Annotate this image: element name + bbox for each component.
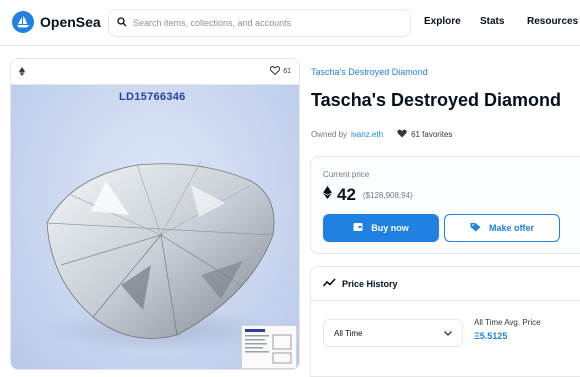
certificate-thumbnail[interactable] [241,325,297,369]
price-eth: 42 [337,185,356,204]
price-history-header[interactable]: Price History [311,267,580,301]
avg-price-label: All Time Avg. Price [474,318,541,327]
top-navbar: OpenSea Explore Stats Resources [0,0,580,46]
owner-link[interactable]: ivanz.eth [351,130,383,139]
nav-explore[interactable]: Explore [424,16,461,27]
heart-filled-icon [397,129,407,140]
buy-now-label: Buy now [371,223,409,233]
item-title: Tascha's Destroyed Diamond [311,90,562,110]
price-card: Current price 42 ($128,908.94) Buy now M… [310,156,580,254]
trend-line-icon [322,278,336,289]
make-offer-button[interactable]: Make offer [444,214,560,242]
tag-icon [470,222,481,234]
logo-text: OpenSea [40,14,101,30]
diamond-image[interactable]: LD15766346 [11,85,299,369]
nav-stats[interactable]: Stats [480,16,504,27]
collection-link[interactable]: Tascha's Destroyed Diamond [311,67,428,77]
avg-price-value: Ξ5.5125 [474,331,508,341]
heart-outline-icon [270,66,281,77]
time-range-value: All Time [334,328,363,338]
wallet-icon [353,222,363,234]
opensea-logo[interactable]: OpenSea [12,11,101,33]
owner-row: Owned by ivanz.eth 61 favorites [311,129,452,140]
chevron-down-icon [444,329,452,338]
nav-resources[interactable]: Resources [527,16,578,27]
item-media-card: 61 LD15766346 [10,58,300,370]
ethereum-icon [19,63,25,81]
price-usd: ($128,908.94) [362,190,413,200]
search-icon [117,14,127,32]
price-row: 42 ($128,908.94) [323,185,413,205]
owned-by-label: Owned by [311,130,348,139]
favorites-summary: 61 favorites [397,129,452,140]
search-bar[interactable] [108,9,411,37]
make-offer-label: Make offer [488,223,534,233]
favorite-count: 61 [283,68,291,75]
current-price-label: Current price [323,170,370,179]
buy-now-button[interactable]: Buy now [323,214,439,242]
favorite-toggle[interactable]: 61 [270,66,291,77]
opensea-boat-icon [12,11,34,33]
price-history-card: Price History All Time All Time Avg. Pri… [310,266,580,377]
search-input[interactable] [133,18,393,28]
ethereum-icon [323,186,332,204]
favorites-count: 61 favorites [411,130,453,139]
item-media-toolbar: 61 [11,59,299,85]
price-history-title: Price History [342,278,398,289]
time-range-select[interactable]: All Time [323,319,463,347]
